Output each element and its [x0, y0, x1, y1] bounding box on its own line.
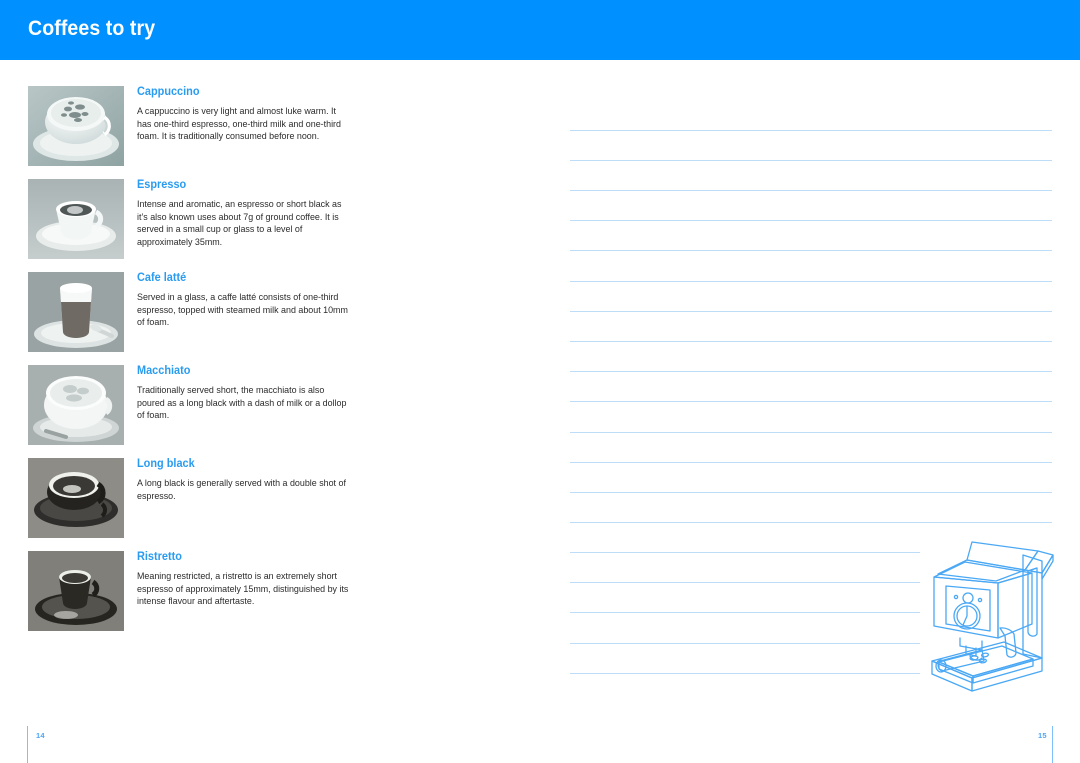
page-title: Coffees to try — [28, 17, 156, 40]
cafe-latte-text-block: Cafe latté Served in a glass, a caffe la… — [137, 272, 349, 329]
note-line — [570, 492, 1052, 493]
coffee-description: A cappuccino is very light and almost lu… — [137, 105, 341, 142]
coffee-description: Served in a glass, a caffe latté consist… — [137, 291, 348, 328]
coffee-description: A long black is generally served with a … — [137, 477, 346, 501]
cappuccino-text-block: Cappuccino A cappuccino is very light an… — [137, 86, 349, 143]
footer-tick-left — [27, 726, 28, 763]
note-line — [570, 250, 1052, 251]
footer-tick-right — [1052, 726, 1053, 763]
note-line — [570, 311, 1052, 312]
espresso-thumbnail-image — [28, 179, 124, 259]
coffee-heading: Cappuccino — [137, 86, 200, 98]
note-line — [570, 130, 1052, 131]
note-line — [570, 220, 1052, 221]
page-header-bar: Coffees to try — [0, 0, 1080, 60]
note-line — [570, 341, 1052, 342]
coffee-heading: Long black — [137, 458, 195, 470]
ristretto-text-block: Ristretto Meaning restricted, a ristrett… — [137, 551, 349, 608]
note-line — [570, 522, 1052, 523]
coffee-heading: Ristretto — [137, 551, 182, 563]
long-black-text-block: Long black A long black is generally ser… — [137, 458, 349, 502]
page-number-right: 15 — [1038, 731, 1047, 740]
note-line — [570, 281, 1052, 282]
note-line — [570, 552, 920, 553]
cafe-latte-thumbnail-image — [28, 272, 124, 352]
note-line — [570, 643, 920, 644]
note-line — [570, 371, 1052, 372]
coffee-description: Traditionally served short, the macchiat… — [137, 384, 347, 421]
coffee-heading: Macchiato — [137, 365, 191, 377]
note-line — [570, 612, 920, 613]
espresso-machine-icon — [920, 528, 1065, 703]
coffee-description: Meaning restricted, a ristretto is an ex… — [137, 570, 349, 607]
coffee-heading: Espresso — [137, 179, 187, 191]
note-line — [570, 582, 920, 583]
long-black-thumbnail-image — [28, 458, 124, 538]
cappuccino-thumbnail-image — [28, 86, 124, 166]
note-line — [570, 432, 1052, 433]
macchiato-text-block: Macchiato Traditionally served short, th… — [137, 365, 349, 422]
note-line — [570, 462, 1052, 463]
coffee-description: Intense and aromatic, an espresso or sho… — [137, 198, 342, 248]
coffee-heading: Cafe latté — [137, 272, 187, 284]
macchiato-thumbnail-image — [28, 365, 124, 445]
note-line — [570, 190, 1052, 191]
ristretto-thumbnail-image — [28, 551, 124, 631]
espresso-text-block: Espresso Intense and aromatic, an espres… — [137, 179, 349, 249]
note-line — [570, 160, 1052, 161]
note-line — [570, 673, 920, 674]
page-number-left: 14 — [36, 731, 45, 740]
note-line — [570, 401, 1052, 402]
